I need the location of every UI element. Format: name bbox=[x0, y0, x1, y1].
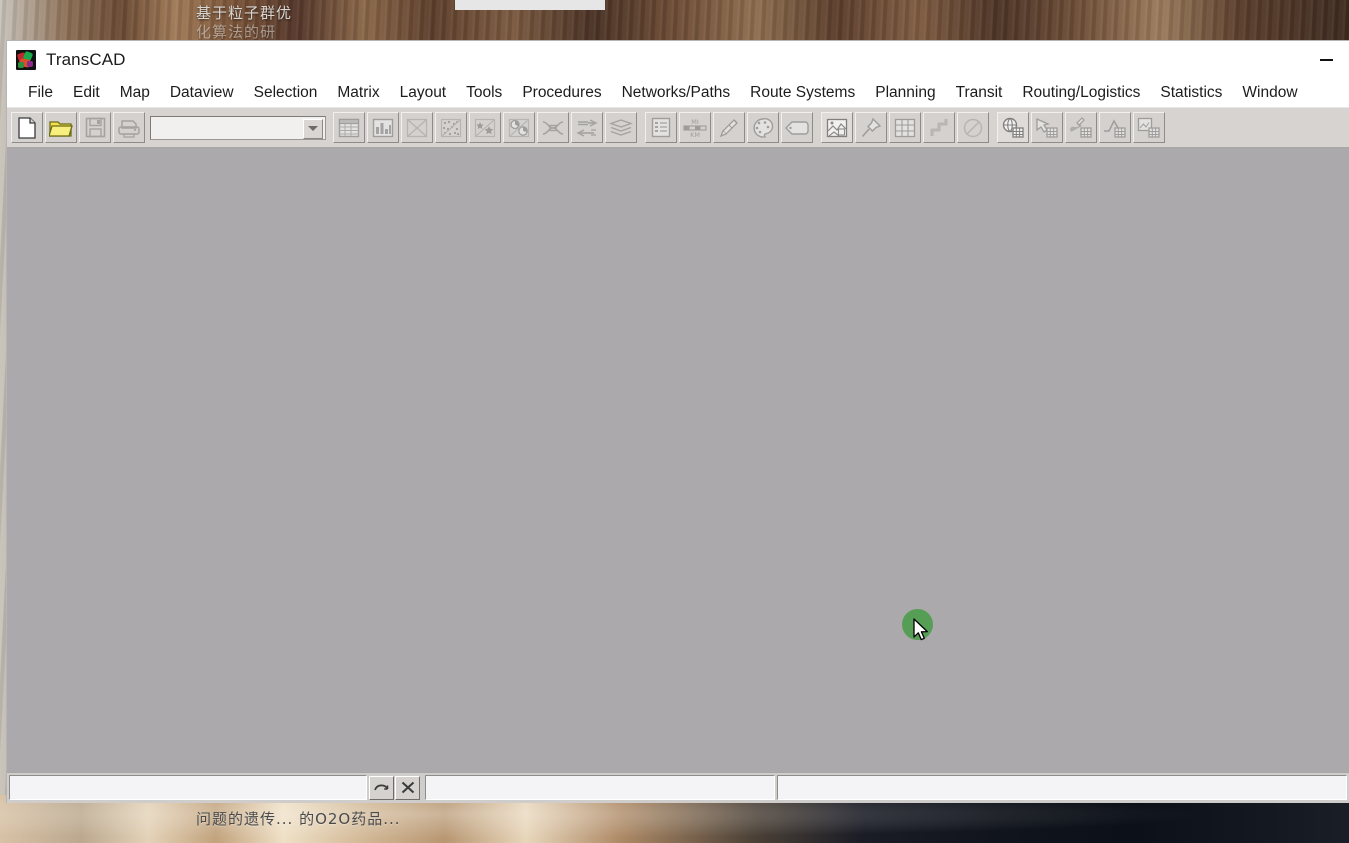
menu-networks-paths[interactable]: Networks/Paths bbox=[612, 79, 741, 107]
north-arrow-icon bbox=[719, 118, 738, 137]
menu-procedures[interactable]: Procedures bbox=[512, 79, 611, 107]
no-entry-icon bbox=[963, 118, 983, 137]
menu-transit[interactable]: Transit bbox=[946, 79, 1013, 107]
toolbar-label-button bbox=[781, 112, 813, 143]
toolbar-route-button bbox=[923, 112, 955, 143]
menu-planning[interactable]: Planning bbox=[865, 79, 945, 107]
toolbar-grid-button bbox=[889, 112, 921, 143]
check-profile-icon bbox=[1104, 118, 1126, 138]
toolbar-scatter-button bbox=[401, 112, 433, 143]
toolbar-layer-combo[interactable] bbox=[150, 115, 326, 140]
menu-routing-logistics[interactable]: Routing/Logistics bbox=[1012, 79, 1150, 107]
toolbar-legend-button bbox=[645, 112, 677, 143]
dot-density-icon bbox=[440, 118, 462, 137]
menu-map[interactable]: Map bbox=[110, 79, 160, 107]
grid-tile-icon bbox=[894, 118, 916, 137]
new-file-icon bbox=[18, 116, 36, 139]
menu-matrix[interactable]: Matrix bbox=[327, 79, 389, 107]
toolbar-layers-button bbox=[605, 112, 637, 143]
minimize-button[interactable] bbox=[1303, 41, 1349, 79]
toolbar-pin-button bbox=[855, 112, 887, 143]
statusbar-pane-right bbox=[777, 775, 1347, 800]
menu-dataview[interactable]: Dataview bbox=[160, 79, 244, 107]
toolbar-flow-map-button bbox=[571, 112, 603, 143]
toolbar-north-arrow-button bbox=[713, 112, 745, 143]
transcad-logo-icon bbox=[16, 50, 36, 70]
toolbar-star-theme-button bbox=[469, 112, 501, 143]
svg-text:KM: KM bbox=[690, 131, 700, 139]
menu-file[interactable]: File bbox=[18, 79, 63, 107]
background-caption-bottom: 问题的遗传... 的O2O药品... bbox=[196, 810, 401, 828]
toolbar-save-button bbox=[79, 112, 111, 143]
toolbar-desire-line-button bbox=[537, 112, 569, 143]
menu-selection[interactable]: Selection bbox=[244, 79, 328, 107]
background-caption-top-line1: 基于粒子群优 bbox=[196, 4, 293, 22]
transcad-main-window: TransCAD File Edit Map Dataview Selectio… bbox=[6, 40, 1349, 803]
open-folder-icon bbox=[49, 120, 73, 137]
main-toolbar: MI KM bbox=[7, 107, 1349, 148]
toolbar-print-button bbox=[113, 112, 145, 143]
route-path-icon bbox=[930, 118, 948, 136]
mouse-cursor bbox=[913, 618, 928, 641]
toolbar-profile-button bbox=[1099, 112, 1131, 143]
desire-line-icon bbox=[542, 120, 564, 135]
pie-theme-icon bbox=[508, 118, 530, 137]
map-editing-icon bbox=[826, 118, 848, 137]
color-palette-icon bbox=[753, 117, 774, 138]
toolbar-new-file-button[interactable] bbox=[11, 112, 43, 143]
toolbar-geocode-button[interactable] bbox=[997, 112, 1029, 143]
toolbar-open-file-button[interactable] bbox=[45, 112, 77, 143]
menu-layout[interactable]: Layout bbox=[390, 79, 457, 107]
copy-layer-icon bbox=[1137, 117, 1160, 138]
toolbar-dot-density-button bbox=[435, 112, 467, 143]
geocode-globe-icon bbox=[1002, 117, 1024, 138]
statusbar-pane-middle bbox=[425, 775, 775, 800]
scale-mi-km-icon: MI KM bbox=[683, 118, 707, 139]
layers-icon bbox=[609, 118, 633, 136]
bar-chart-icon bbox=[372, 118, 394, 137]
toolbar-select-button bbox=[1031, 112, 1063, 143]
scatter-plot-icon bbox=[406, 118, 428, 137]
toolbar-copy-layer-button bbox=[1133, 112, 1165, 143]
pin-marker-icon bbox=[861, 117, 882, 137]
dataview-table-icon bbox=[338, 118, 360, 137]
menu-tools[interactable]: Tools bbox=[456, 79, 512, 107]
surface-analysis-icon bbox=[1070, 116, 1092, 138]
menubar: File Edit Map Dataview Selection Matrix … bbox=[7, 79, 1349, 107]
toolbar-surface-button bbox=[1065, 112, 1097, 143]
select-arrow-icon bbox=[1036, 117, 1058, 138]
print-icon bbox=[118, 119, 140, 138]
toolbar-dataview-button bbox=[333, 112, 365, 143]
save-disk-icon bbox=[85, 117, 105, 138]
window-titlebar: TransCAD bbox=[7, 41, 1349, 79]
menu-edit[interactable]: Edit bbox=[63, 79, 110, 107]
star-theme-icon bbox=[474, 118, 496, 137]
flow-map-icon bbox=[576, 118, 598, 137]
statusbar bbox=[7, 772, 1349, 803]
label-tag-icon bbox=[785, 120, 809, 135]
background-caption-top: 基于粒子群优 化算法的研 bbox=[196, 4, 516, 42]
toolbar-map-editing-button[interactable] bbox=[821, 112, 853, 143]
window-title: TransCAD bbox=[46, 50, 126, 69]
menu-route-systems[interactable]: Route Systems bbox=[740, 79, 865, 107]
close-window-button[interactable] bbox=[395, 775, 420, 800]
restore-icon bbox=[374, 784, 389, 791]
mdi-client-area[interactable] bbox=[7, 148, 1349, 772]
svg-text:MI: MI bbox=[691, 118, 699, 126]
restore-window-button[interactable] bbox=[369, 775, 394, 800]
toolbar-palette-button bbox=[747, 112, 779, 143]
toolbar-chart-button bbox=[367, 112, 399, 143]
close-x-icon bbox=[401, 781, 414, 794]
window-controls bbox=[1303, 41, 1349, 79]
statusbar-message bbox=[9, 775, 367, 800]
legend-icon bbox=[651, 117, 671, 138]
statusbar-mdi-buttons bbox=[369, 775, 421, 800]
menu-statistics[interactable]: Statistics bbox=[1150, 79, 1232, 107]
minimize-icon bbox=[1319, 59, 1333, 61]
menu-window[interactable]: Window bbox=[1232, 79, 1307, 107]
toolbar-pie-theme-button bbox=[503, 112, 535, 143]
toolbar-no-entry-button bbox=[957, 112, 989, 143]
chevron-down-icon[interactable] bbox=[303, 118, 323, 139]
toolbar-scale-button: MI KM bbox=[679, 112, 711, 143]
